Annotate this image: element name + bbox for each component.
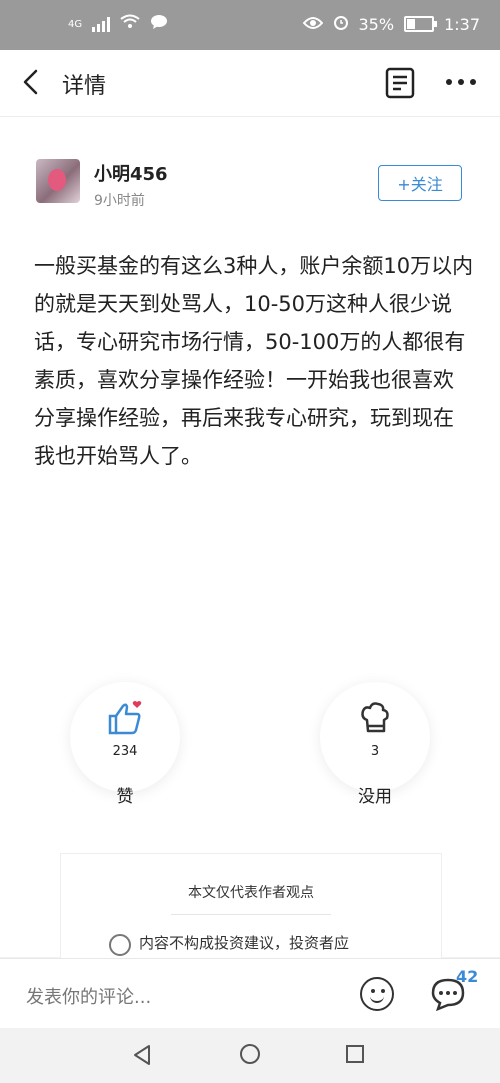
nav-recent-apps-icon[interactable] <box>346 1045 364 1063</box>
thumbs-up-icon <box>108 701 142 735</box>
message-icon <box>150 14 168 34</box>
battery-percent: 35% <box>358 14 395 34</box>
more-options-icon[interactable] <box>446 72 478 92</box>
page-title: 详情 <box>62 74 107 99</box>
useless-label: 没用 <box>358 787 392 807</box>
follow-button[interactable]: +关注 <box>378 165 462 201</box>
like-button[interactable]: 234 <box>70 682 180 792</box>
nav-home-icon[interactable] <box>240 1044 260 1064</box>
disclaimer-title: 本文仅代表作者观点 <box>188 885 314 901</box>
nav-back-icon[interactable] <box>132 1044 152 1070</box>
comment-count-badge: 42 <box>456 967 479 986</box>
avatar[interactable] <box>36 159 80 203</box>
comment-input[interactable]: 发表你的评论... <box>26 983 151 1009</box>
system-nav-bar <box>0 1028 500 1083</box>
heart-icon <box>132 701 142 708</box>
signal-icon <box>92 16 111 32</box>
top-nav-bar: 详情 <box>0 50 500 117</box>
like-count: 234 <box>112 744 138 759</box>
chef-hat-icon <box>361 702 389 733</box>
useless-button[interactable]: 3 <box>320 682 430 792</box>
disclaimer-text: 内容不构成投资建议，投资者应 <box>139 934 350 952</box>
post-detail: 小明456 9小时前 +关注 一般买基金的有这么3种人，账户余额10万以内的就是… <box>0 117 500 965</box>
emoji-icon[interactable] <box>360 977 394 1011</box>
useless-count: 3 <box>370 744 380 759</box>
back-arrow-icon[interactable] <box>18 68 46 96</box>
network-type: 4G <box>68 18 83 30</box>
comment-bar: 发表你的评论... 42 <box>0 958 500 1029</box>
eye-icon <box>302 15 323 34</box>
disclaimer-box: 本文仅代表作者观点 内容不构成投资建议，投资者应 <box>60 853 442 965</box>
like-label: 赞 <box>116 787 134 807</box>
battery-icon <box>404 16 438 32</box>
alarm-icon <box>333 14 349 34</box>
post-time: 9小时前 <box>94 193 145 209</box>
document-icon[interactable] <box>384 66 416 100</box>
clock: 1:37 <box>444 14 480 34</box>
divider <box>171 914 331 915</box>
smiley-icon <box>109 934 131 956</box>
post-text: 一般买基金的有这么3种人，账户余额10万以内的就是天天到处骂人，10-50万这种… <box>34 254 474 468</box>
author-name[interactable]: 小明456 <box>94 160 168 186</box>
status-bar: 4G 35% 1:37 <box>0 0 500 50</box>
wifi-icon <box>120 14 140 34</box>
